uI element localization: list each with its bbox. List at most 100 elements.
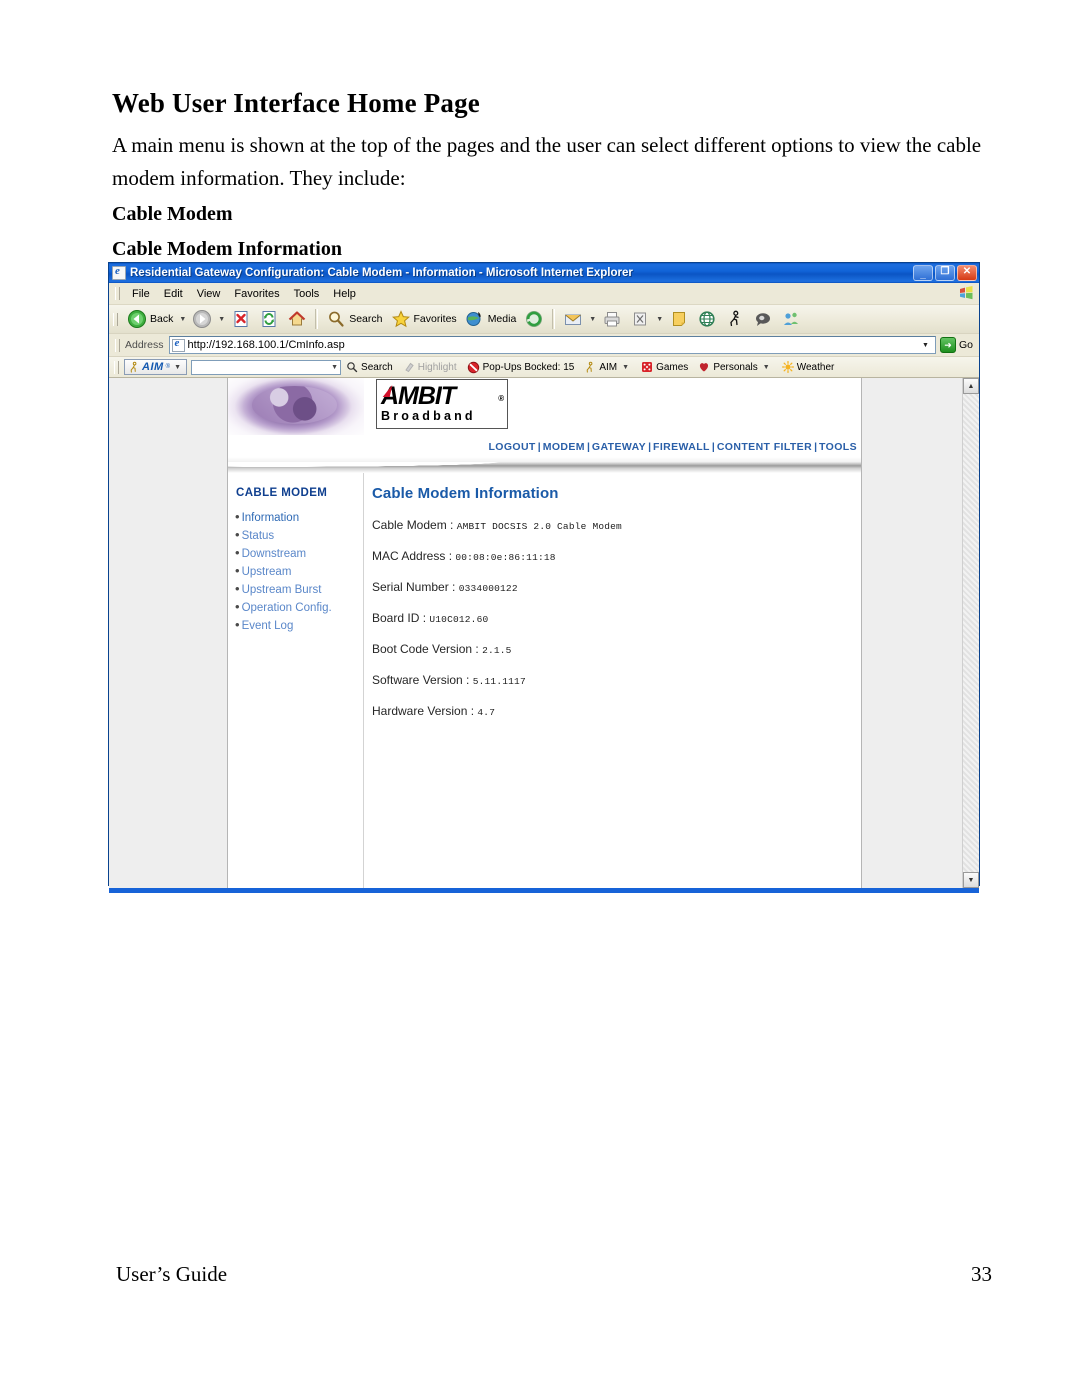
forward-dropdown-icon[interactable]: ▼ bbox=[216, 316, 227, 323]
close-button[interactable]: ✕ bbox=[957, 265, 977, 281]
sidebar-item-status[interactable]: • Status bbox=[234, 527, 363, 545]
aim-button[interactable]: AIM ▼ bbox=[579, 361, 636, 374]
scrollbar-track[interactable] bbox=[963, 394, 979, 872]
sidebar-item-label: Event Log bbox=[241, 620, 294, 632]
sidebar-item-downstream[interactable]: • Downstream bbox=[234, 545, 363, 563]
aim-popups-blocked[interactable]: Pop-Ups Bocked: 15 bbox=[462, 361, 580, 374]
sidebar-item-information[interactable]: • Information bbox=[234, 509, 363, 527]
nav-link-content-filter[interactable]: CONTENT FILTER bbox=[717, 441, 812, 453]
sidebar-item-upstream[interactable]: • Upstream bbox=[234, 563, 363, 581]
refresh-button[interactable] bbox=[255, 308, 283, 330]
address-dropdown-icon[interactable]: ▼ bbox=[918, 337, 933, 353]
mail-icon bbox=[563, 309, 583, 329]
menu-item-favorites[interactable]: Favorites bbox=[227, 287, 286, 301]
search-label: Search bbox=[349, 313, 383, 325]
aim-dropdown-icon[interactable]: ▼ bbox=[172, 364, 183, 371]
window-controls: _ ❐ ✕ bbox=[913, 265, 977, 281]
nav-sep-3: | bbox=[648, 441, 652, 453]
scroll-up-button[interactable]: ▲ bbox=[963, 378, 979, 394]
print-button[interactable] bbox=[598, 308, 626, 330]
address-input[interactable]: http://192.168.100.1/CmInfo.asp ▼ bbox=[168, 336, 936, 354]
history-button[interactable] bbox=[520, 308, 548, 330]
personals-dropdown-icon[interactable]: ▼ bbox=[761, 364, 772, 371]
research-button[interactable] bbox=[693, 308, 721, 330]
mail-dropdown-icon[interactable]: ▼ bbox=[587, 316, 598, 323]
aim-highlight-button[interactable]: Highlight bbox=[398, 361, 462, 373]
aim-gripper[interactable] bbox=[114, 360, 119, 374]
sidebar-item-upstream-burst[interactable]: • Upstream Burst bbox=[234, 581, 363, 599]
aim-search-button[interactable]: Search bbox=[341, 361, 398, 373]
messenger-button[interactable] bbox=[721, 308, 749, 330]
dice-icon bbox=[641, 361, 653, 373]
nav-link-tools[interactable]: TOOLS bbox=[819, 441, 857, 453]
aim-logo-button[interactable]: AIM ® ▼ bbox=[124, 359, 188, 375]
notes-button[interactable] bbox=[665, 308, 693, 330]
ambit-brand-text: AMBIT ® bbox=[381, 384, 507, 409]
aim-menu-dropdown-icon[interactable]: ▼ bbox=[620, 364, 631, 371]
aim-personals-button[interactable]: Personals ▼ bbox=[693, 361, 776, 373]
go-button[interactable]: ➜ Go bbox=[936, 337, 979, 353]
menu-item-view[interactable]: View bbox=[190, 287, 228, 301]
sidebar-item-event-log[interactable]: • Event Log bbox=[234, 617, 363, 635]
info-label: Board ID : bbox=[372, 611, 427, 625]
aim-search-input[interactable]: ▼ bbox=[191, 359, 342, 375]
sidebar-item-operation-config[interactable]: • Operation Config. bbox=[234, 599, 363, 617]
ambit-registered-mark: ® bbox=[498, 394, 504, 403]
media-button[interactable]: Media bbox=[461, 308, 521, 330]
address-label: Address bbox=[125, 339, 164, 351]
address-gripper[interactable] bbox=[115, 338, 120, 352]
nav-link-logout[interactable]: LOGOUT bbox=[488, 441, 535, 453]
info-value: AMBIT DOCSIS 2.0 Cable Modem bbox=[456, 521, 622, 532]
header-divider bbox=[228, 457, 861, 473]
back-dropdown-icon[interactable]: ▼ bbox=[177, 316, 188, 323]
home-button[interactable] bbox=[283, 308, 311, 330]
toolbar-gripper[interactable] bbox=[113, 312, 118, 326]
aim-toolbar: AIM ® ▼ ▼ Search Highlight Pop-Ups Bocke… bbox=[109, 357, 979, 378]
maximize-button[interactable]: ❐ bbox=[935, 265, 955, 281]
window-title: Residential Gateway Configuration: Cable… bbox=[130, 267, 633, 279]
menu-item-tools[interactable]: Tools bbox=[287, 287, 327, 301]
info-value: 4.7 bbox=[477, 707, 496, 718]
ambit-logo: AMBIT ® Broadband bbox=[376, 379, 508, 429]
heart-icon bbox=[698, 361, 710, 373]
sidebar-item-label: Operation Config. bbox=[241, 602, 332, 614]
aim-search-dropdown-icon[interactable]: ▼ bbox=[329, 364, 340, 371]
menu-item-file[interactable]: File bbox=[125, 287, 157, 301]
nav-link-gateway[interactable]: GATEWAY bbox=[592, 441, 646, 453]
info-label: Serial Number : bbox=[372, 580, 456, 594]
minimize-button[interactable]: _ bbox=[913, 265, 933, 281]
menu-gripper[interactable] bbox=[115, 287, 120, 300]
edit-dropdown-icon[interactable]: ▼ bbox=[654, 316, 665, 323]
search-button[interactable]: Search bbox=[322, 308, 386, 330]
people-button[interactable] bbox=[777, 308, 805, 330]
menu-item-help[interactable]: Help bbox=[326, 287, 363, 301]
info-value: 2.1.5 bbox=[482, 645, 512, 656]
sidebar-item-label: Upstream Burst bbox=[241, 584, 322, 596]
mail-button[interactable] bbox=[559, 308, 587, 330]
favorites-button[interactable]: Favorites bbox=[387, 308, 461, 330]
info-row: Board ID : U10C012.60 bbox=[372, 611, 861, 625]
stop-button[interactable] bbox=[227, 308, 255, 330]
main-panel: Cable Modem Information Cable Modem : AM… bbox=[364, 473, 861, 888]
aim-games-button[interactable]: Games bbox=[636, 361, 693, 373]
page-left-margin bbox=[109, 378, 228, 888]
back-button[interactable]: Back bbox=[123, 308, 177, 330]
history-icon bbox=[524, 309, 544, 329]
back-arrow-icon bbox=[127, 309, 147, 329]
menu-item-edit[interactable]: Edit bbox=[157, 287, 190, 301]
web-page-content: AMBIT ® Broadband LOGOUT | MODEM | GATEWAY | F… bbox=[228, 378, 861, 888]
aim-weather-button[interactable]: Weather bbox=[777, 361, 840, 373]
scroll-down-button[interactable]: ▼ bbox=[963, 872, 979, 888]
info-row: Software Version : 5.11.1117 bbox=[372, 673, 861, 687]
highlighter-icon bbox=[403, 361, 415, 373]
nav-link-modem[interactable]: MODEM bbox=[543, 441, 585, 453]
nav-link-firewall[interactable]: FIREWALL bbox=[653, 441, 710, 453]
site-header: AMBIT ® Broadband bbox=[228, 378, 861, 436]
realplayer-button[interactable] bbox=[749, 308, 777, 330]
speech-bubble-icon bbox=[753, 309, 773, 329]
browser-viewport: AMBIT ® Broadband LOGOUT | MODEM | GATEWAY | F… bbox=[109, 378, 979, 888]
edit-button[interactable] bbox=[626, 308, 654, 330]
toolbar-separator-1 bbox=[315, 309, 319, 329]
forward-button[interactable] bbox=[188, 308, 216, 330]
vertical-scrollbar[interactable]: ▲ ▼ bbox=[962, 378, 979, 888]
